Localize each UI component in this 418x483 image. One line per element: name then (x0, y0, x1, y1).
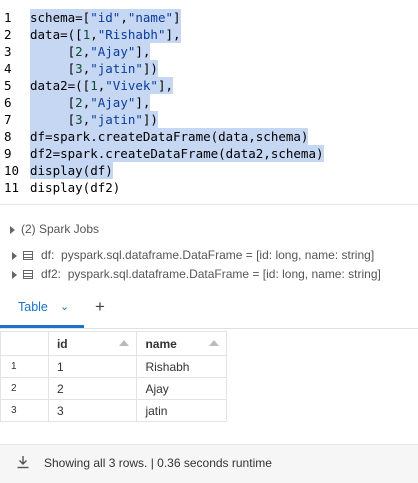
line-number: 6 (4, 95, 12, 110)
table-row: 2 2 Ajay (0, 377, 227, 400)
result-desc: pyspark.sql.dataframe.DataFrame = [id: l… (61, 248, 375, 262)
active-tab-indicator (0, 325, 84, 328)
result-footer: Showing all 3 rows. | 0.36 seconds runti… (0, 444, 418, 483)
spark-jobs-toggle[interactable]: (2) Spark Jobs (10, 222, 99, 236)
table-header-row: id name (0, 331, 227, 356)
code-text: display(df) (30, 162, 113, 179)
column-header-label: id (56, 336, 68, 351)
line-number: 8 (4, 129, 12, 144)
line-number: 5 (4, 78, 12, 93)
expand-triangle-icon (12, 251, 17, 260)
code-text: [2,"Ajay"], (30, 43, 151, 60)
spark-jobs-label: (2) Spark Jobs (21, 222, 100, 236)
cell-name: Ajay (136, 377, 227, 400)
row-index: 2 (0, 377, 49, 400)
results-table: id name 1 1 Rishabh 2 2 Ajay 3 3 jatin (0, 331, 227, 422)
line-number: 1 (4, 10, 12, 25)
cell-name: Rishabh (136, 355, 227, 378)
code-text: data=([1,"Rishabh"], (30, 26, 181, 43)
line-number: 4 (4, 61, 12, 76)
code-text: display(df2) (30, 180, 121, 195)
table-icon (23, 251, 33, 261)
output-tabs: Table ⌄ + (0, 290, 418, 329)
code-line: 4 [3,"jatin"]) (0, 60, 418, 77)
cell-divider (0, 204, 418, 205)
cell-name: jatin (136, 399, 227, 422)
cell-id: 3 (47, 399, 138, 422)
line-number: 11 (4, 180, 20, 195)
code-text: data2=([1,"Vivek"], (30, 77, 174, 94)
table-row: 3 3 jatin (0, 399, 227, 422)
code-line: 1 schema=["id","name"] (0, 9, 418, 26)
sort-icon[interactable] (209, 340, 219, 346)
code-line: 10 display(df) (0, 162, 418, 179)
expand-triangle-icon (12, 270, 17, 279)
result-desc: pyspark.sql.dataframe.DataFrame = [id: l… (67, 267, 381, 281)
result-df-toggle[interactable]: df: pyspark.sql.dataframe.DataFrame = [i… (12, 248, 374, 262)
index-header (0, 331, 49, 356)
line-number: 2 (4, 27, 12, 42)
line-number: 9 (4, 146, 12, 161)
row-index: 3 (0, 399, 49, 422)
add-tab-button[interactable]: + (95, 297, 105, 317)
code-line: 11 display(df2) (0, 179, 418, 196)
code-line: 6 [2,"Ajay"], (0, 94, 418, 111)
code-line: 7 [3,"jatin"]) (0, 111, 418, 128)
chevron-down-icon[interactable]: ⌄ (60, 300, 69, 313)
code-text: schema=["id","name"] (30, 9, 181, 26)
cell-id: 2 (47, 377, 138, 400)
column-header-label: name (145, 336, 177, 351)
table-icon (23, 270, 33, 280)
code-line: 2 data=([1,"Rishabh"], (0, 26, 418, 43)
tab-table[interactable]: Table (18, 300, 48, 314)
code-text: [2,"Ajay"], (30, 94, 151, 111)
code-cell[interactable]: 1 schema=["id","name"] 2 data=([1,"Risha… (0, 0, 418, 200)
result-var: df: (41, 248, 55, 262)
sort-icon[interactable] (119, 340, 130, 346)
line-number: 10 (4, 163, 20, 178)
code-line: 8 df=spark.createDataFrame(data,schema) (0, 128, 418, 145)
expand-triangle-icon (10, 225, 15, 234)
result-var: df2: (41, 267, 62, 281)
line-number: 7 (4, 112, 12, 127)
code-line: 3 [2,"Ajay"], (0, 43, 418, 60)
row-index: 1 (0, 355, 49, 378)
status-text: Showing all 3 rows. | 0.36 seconds runti… (44, 456, 272, 470)
code-text: [3,"jatin"]) (30, 111, 158, 128)
download-icon-glyph (17, 456, 29, 469)
code-text: df=spark.createDataFrame(data,schema) (30, 128, 309, 145)
line-number: 3 (4, 44, 12, 59)
code-text: df2=spark.createDataFrame(data2,schema) (30, 145, 324, 162)
code-line: 5 data2=([1,"Vivek"], (0, 77, 418, 94)
download-icon[interactable] (16, 455, 30, 472)
code-text: [3,"jatin"]) (30, 60, 158, 77)
table-row: 1 1 Rishabh (0, 355, 227, 378)
column-header-id[interactable]: id (47, 331, 138, 356)
column-header-name[interactable]: name (136, 331, 227, 356)
code-line: 9 df2=spark.createDataFrame(data2,schema… (0, 145, 418, 162)
cell-id: 1 (47, 355, 138, 378)
result-df2-toggle[interactable]: df2: pyspark.sql.dataframe.DataFrame = [… (12, 267, 381, 281)
